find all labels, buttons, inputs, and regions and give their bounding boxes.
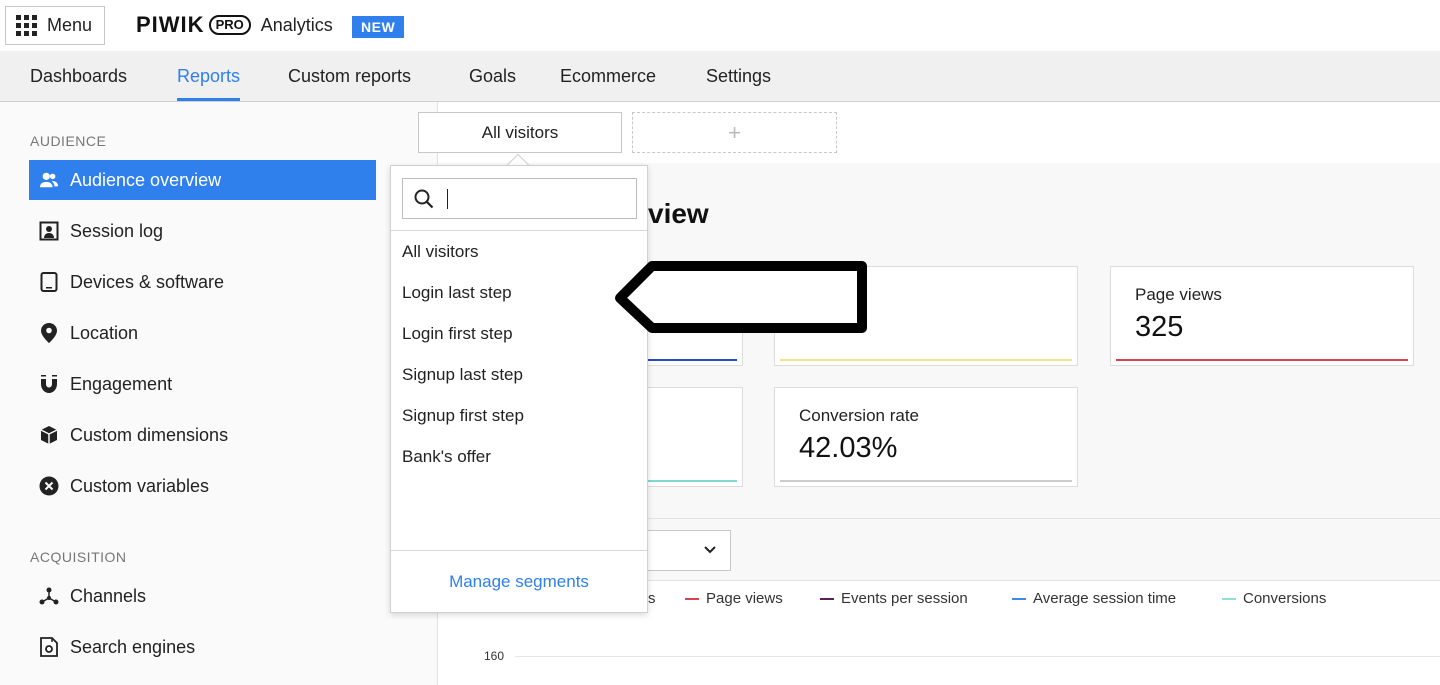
metric-dropdown[interactable] [648, 530, 731, 571]
segment-search-input[interactable] [445, 185, 625, 213]
card-value: 325 [1135, 311, 1184, 343]
channels-icon [39, 586, 59, 606]
logo-pro-badge: PRO [208, 15, 251, 35]
logo-word: PIWIK [136, 12, 205, 37]
legend-label: s [648, 590, 656, 607]
legend-label: Events per session [841, 590, 968, 607]
segment-popup: All visitors Login last step Login first… [390, 165, 648, 613]
annotation-arrow-icon [615, 261, 867, 333]
sidebar-item-label: Channels [70, 585, 147, 606]
manage-segments-link[interactable]: Manage segments [391, 572, 647, 592]
legend-item[interactable]: Conversions [1222, 590, 1326, 607]
sidebar-item-engagement[interactable]: Engagement [29, 364, 376, 404]
legend-swatch [685, 597, 699, 600]
sidebar-item-label: Location [70, 322, 139, 343]
sidebar-item-session-log[interactable]: Session log [29, 211, 376, 251]
popup-divider [391, 230, 647, 231]
nav-ecommerce[interactable]: Ecommerce [560, 51, 656, 101]
tablet-icon [39, 272, 59, 292]
variable-x-icon [39, 476, 59, 496]
segment-option[interactable]: Login first step [402, 324, 513, 344]
search-engine-icon [39, 637, 59, 657]
segment-option[interactable]: Bank's offer [402, 447, 491, 467]
card-line [1116, 359, 1408, 361]
nav-dashboards[interactable]: Dashboards [30, 51, 127, 101]
logo[interactable]: PIWIK PRO Analytics [136, 12, 333, 38]
segment-option[interactable]: All visitors [402, 242, 479, 262]
menu-label: Menu [47, 15, 93, 35]
sidebar-heading-acquisition: ACQUISITION [30, 549, 127, 565]
sidebar-item-custom-dimensions[interactable]: Custom dimensions [29, 415, 376, 455]
legend-swatch [1012, 597, 1026, 600]
sidebar-item-label: Search engines [70, 636, 196, 657]
nav-reports[interactable]: Reports [177, 51, 241, 101]
card-label: Page views [1135, 285, 1222, 304]
nav-goals[interactable]: Goals [469, 51, 516, 101]
search-icon [414, 189, 434, 209]
users-icon [39, 170, 59, 190]
magnet-icon [39, 374, 59, 394]
sidebar-item-label: Custom dimensions [70, 424, 229, 445]
segment-option[interactable]: Signup last step [402, 365, 523, 385]
popup-divider [391, 550, 647, 551]
segment-option[interactable]: Login last step [402, 283, 512, 303]
legend-item[interactable]: Events per session [820, 590, 968, 607]
sidebar-item-channels[interactable]: Channels [29, 576, 376, 616]
legend-label: Average session time [1033, 590, 1177, 607]
segment-option[interactable]: Signup first step [402, 406, 524, 426]
sidebar-item-location[interactable]: Location [29, 313, 376, 353]
card-line [780, 480, 1072, 482]
top-bar: Menu PIWIK PRO Analytics NEW [0, 0, 1440, 51]
y-axis-tick: 160 [484, 649, 505, 663]
sidebar-heading-audience: AUDIENCE [30, 133, 107, 149]
grid-icon [16, 15, 37, 36]
sidebar-item-label: Devices & software [70, 271, 225, 292]
legend-item[interactable]: Page views [685, 590, 783, 607]
sidebar-item-label: Audience overview [70, 169, 222, 190]
chevron-down-icon [704, 546, 716, 554]
legend-item[interactable]: s [648, 590, 656, 607]
card-line [780, 359, 1072, 361]
legend-label: Page views [706, 590, 783, 607]
new-badge: NEW [352, 16, 405, 38]
nav-settings[interactable]: Settings [706, 51, 771, 101]
nav-custom-reports[interactable]: Custom reports [288, 51, 411, 101]
card-conversion-rate: Conversion rate 42.03% [774, 387, 1078, 487]
sidebar-item-custom-variables[interactable]: Custom variables [29, 466, 376, 506]
cube-icon [39, 425, 59, 445]
text-cursor [447, 189, 448, 209]
sidebar-item-devices-software[interactable]: Devices & software [29, 262, 376, 302]
product-name: Analytics [260, 14, 333, 35]
legend-item[interactable]: Average session time [1012, 590, 1176, 607]
sidebar-item-label: Session log [70, 220, 164, 241]
add-segment-button[interactable]: + [632, 112, 837, 153]
sidebar-item-search-engines[interactable]: Search engines [29, 627, 376, 667]
card-label: Conversion rate [799, 406, 920, 425]
sidebar-item-label: Custom variables [70, 475, 210, 496]
menu-button[interactable]: Menu [5, 6, 105, 45]
segment-selector-button[interactable]: All visitors [418, 112, 622, 153]
card-value: 42.03% [799, 432, 898, 464]
location-pin-icon [39, 323, 59, 343]
sidebar-item-label: Engagement [70, 373, 173, 394]
grid-line [515, 656, 1440, 657]
legend-label: Conversions [1243, 590, 1327, 607]
card-page-views: Page views 325 [1110, 266, 1414, 366]
legend-swatch [1222, 597, 1236, 600]
sidebar-item-audience-overview[interactable]: Audience overview [29, 160, 376, 200]
legend-swatch [820, 597, 834, 600]
page-title: view [648, 198, 709, 229]
segment-search[interactable] [402, 178, 637, 219]
person-card-icon [39, 221, 59, 241]
sidebar: AUDIENCE Audience overview Session log D… [0, 102, 438, 685]
main-nav: Dashboards Reports Custom reports Goals … [0, 51, 1440, 102]
